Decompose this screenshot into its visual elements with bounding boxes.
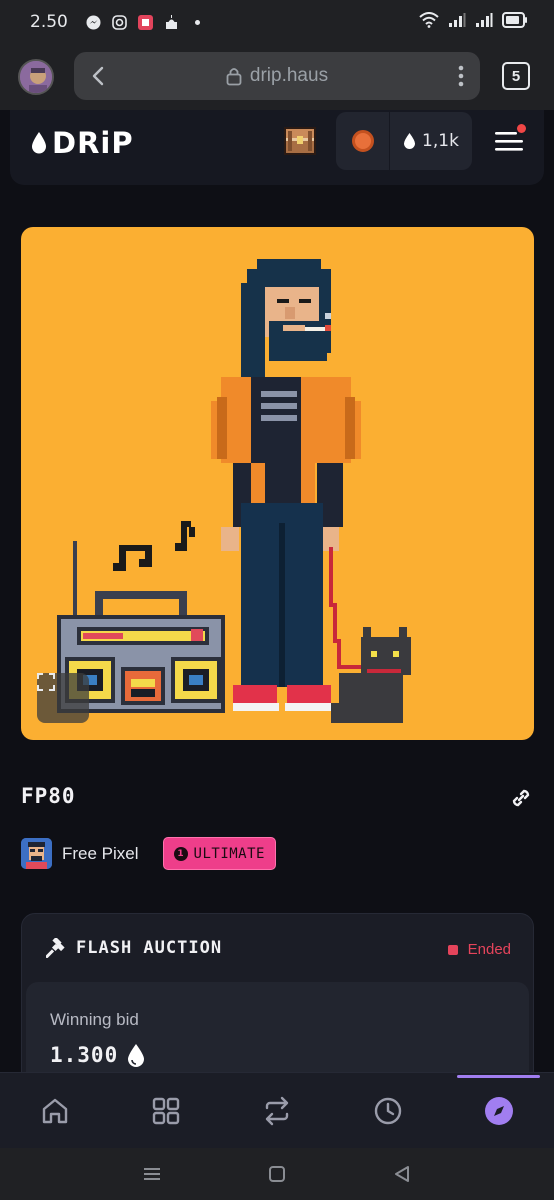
grid-icon <box>152 1097 180 1124</box>
drops-balance-button[interactable]: 1,1k <box>390 112 472 170</box>
link-icon[interactable] <box>508 785 534 811</box>
home-icon <box>43 1098 68 1123</box>
notification-icons <box>86 14 205 30</box>
rarity-index: 1 <box>173 846 188 861</box>
nav-explore[interactable] <box>443 1073 554 1148</box>
bid-label: Winning bid <box>50 1010 139 1029</box>
dot-icon <box>190 15 205 30</box>
back-arrow-icon[interactable] <box>88 65 110 87</box>
address-bar[interactable]: drip.haus <box>74 52 480 100</box>
notification-dot <box>517 124 526 133</box>
drip-logo[interactable]: DRiP <box>30 126 134 160</box>
pixel-art-illustration <box>57 259 411 723</box>
rarity-label: ULTIMATE <box>193 845 265 862</box>
messenger-icon <box>86 15 101 30</box>
nav-swap[interactable] <box>222 1073 333 1148</box>
signal-icon-2 <box>475 12 493 33</box>
creator-name[interactable]: Free Pixel <box>62 844 139 864</box>
drop-icon <box>32 132 46 154</box>
menu-button[interactable] <box>494 124 526 156</box>
wallet-pills: 1,1k <box>336 112 472 170</box>
signal-icon <box>448 12 466 33</box>
bottom-nav <box>0 1072 554 1148</box>
more-options-icon[interactable] <box>458 65 464 87</box>
drops-balance: 1,1k <box>422 131 459 151</box>
status-time: 2.50 <box>30 12 68 32</box>
coin-icon <box>351 130 374 152</box>
coin-button[interactable] <box>336 112 390 170</box>
creator-avatar[interactable] <box>21 838 52 869</box>
app-icon <box>137 14 153 30</box>
browser-toolbar: drip.haus 5 <box>0 44 554 110</box>
bid-value: 1.300 <box>50 1043 119 1067</box>
swap-icon <box>265 1096 289 1125</box>
profile-avatar[interactable] <box>18 59 54 95</box>
mosque-icon <box>164 14 179 30</box>
auction-status-text: Ended <box>467 941 511 958</box>
nft-artwork[interactable] <box>21 227 534 740</box>
recents-icon[interactable] <box>143 1166 161 1182</box>
nav-history[interactable] <box>332 1073 443 1148</box>
gavel-icon <box>46 938 65 958</box>
auction-status: Ended <box>447 941 511 958</box>
logo-wordmark: DRiP <box>52 126 134 160</box>
treasure-chest-icon[interactable] <box>283 126 317 156</box>
auction-header: FLASH AUCTION <box>46 938 222 958</box>
home-square-icon[interactable] <box>268 1165 286 1183</box>
wifi-icon <box>419 11 439 33</box>
fullscreen-button[interactable] <box>37 673 89 723</box>
auction-title: FLASH AUCTION <box>76 938 223 958</box>
system-indicators <box>419 11 528 33</box>
nft-title: FP80 <box>21 784 76 808</box>
rarity-badge: 1 ULTIMATE <box>162 837 276 870</box>
creator-row: Free Pixel 1 ULTIMATE <box>21 837 276 870</box>
system-nav-bar <box>0 1148 554 1200</box>
url-text: drip.haus <box>249 65 329 86</box>
instagram-icon <box>112 14 127 30</box>
back-triangle-icon[interactable] <box>393 1165 411 1183</box>
bid-value-row: 1.300 <box>50 1042 146 1068</box>
drop-icon <box>404 133 416 149</box>
tab-switcher-button[interactable]: 5 <box>502 62 530 90</box>
status-bar: 2.50 <box>0 0 554 44</box>
drop-icon <box>128 1044 145 1067</box>
nav-grid[interactable] <box>111 1073 222 1148</box>
status-indicator <box>447 944 458 955</box>
nav-home[interactable] <box>0 1073 111 1148</box>
clock-icon <box>374 1097 401 1124</box>
lock-icon <box>226 68 242 86</box>
battery-icon <box>502 11 528 33</box>
compass-icon <box>484 1096 513 1125</box>
expand-icon <box>37 673 55 691</box>
site-header: DRiP 1,1k <box>10 110 544 185</box>
